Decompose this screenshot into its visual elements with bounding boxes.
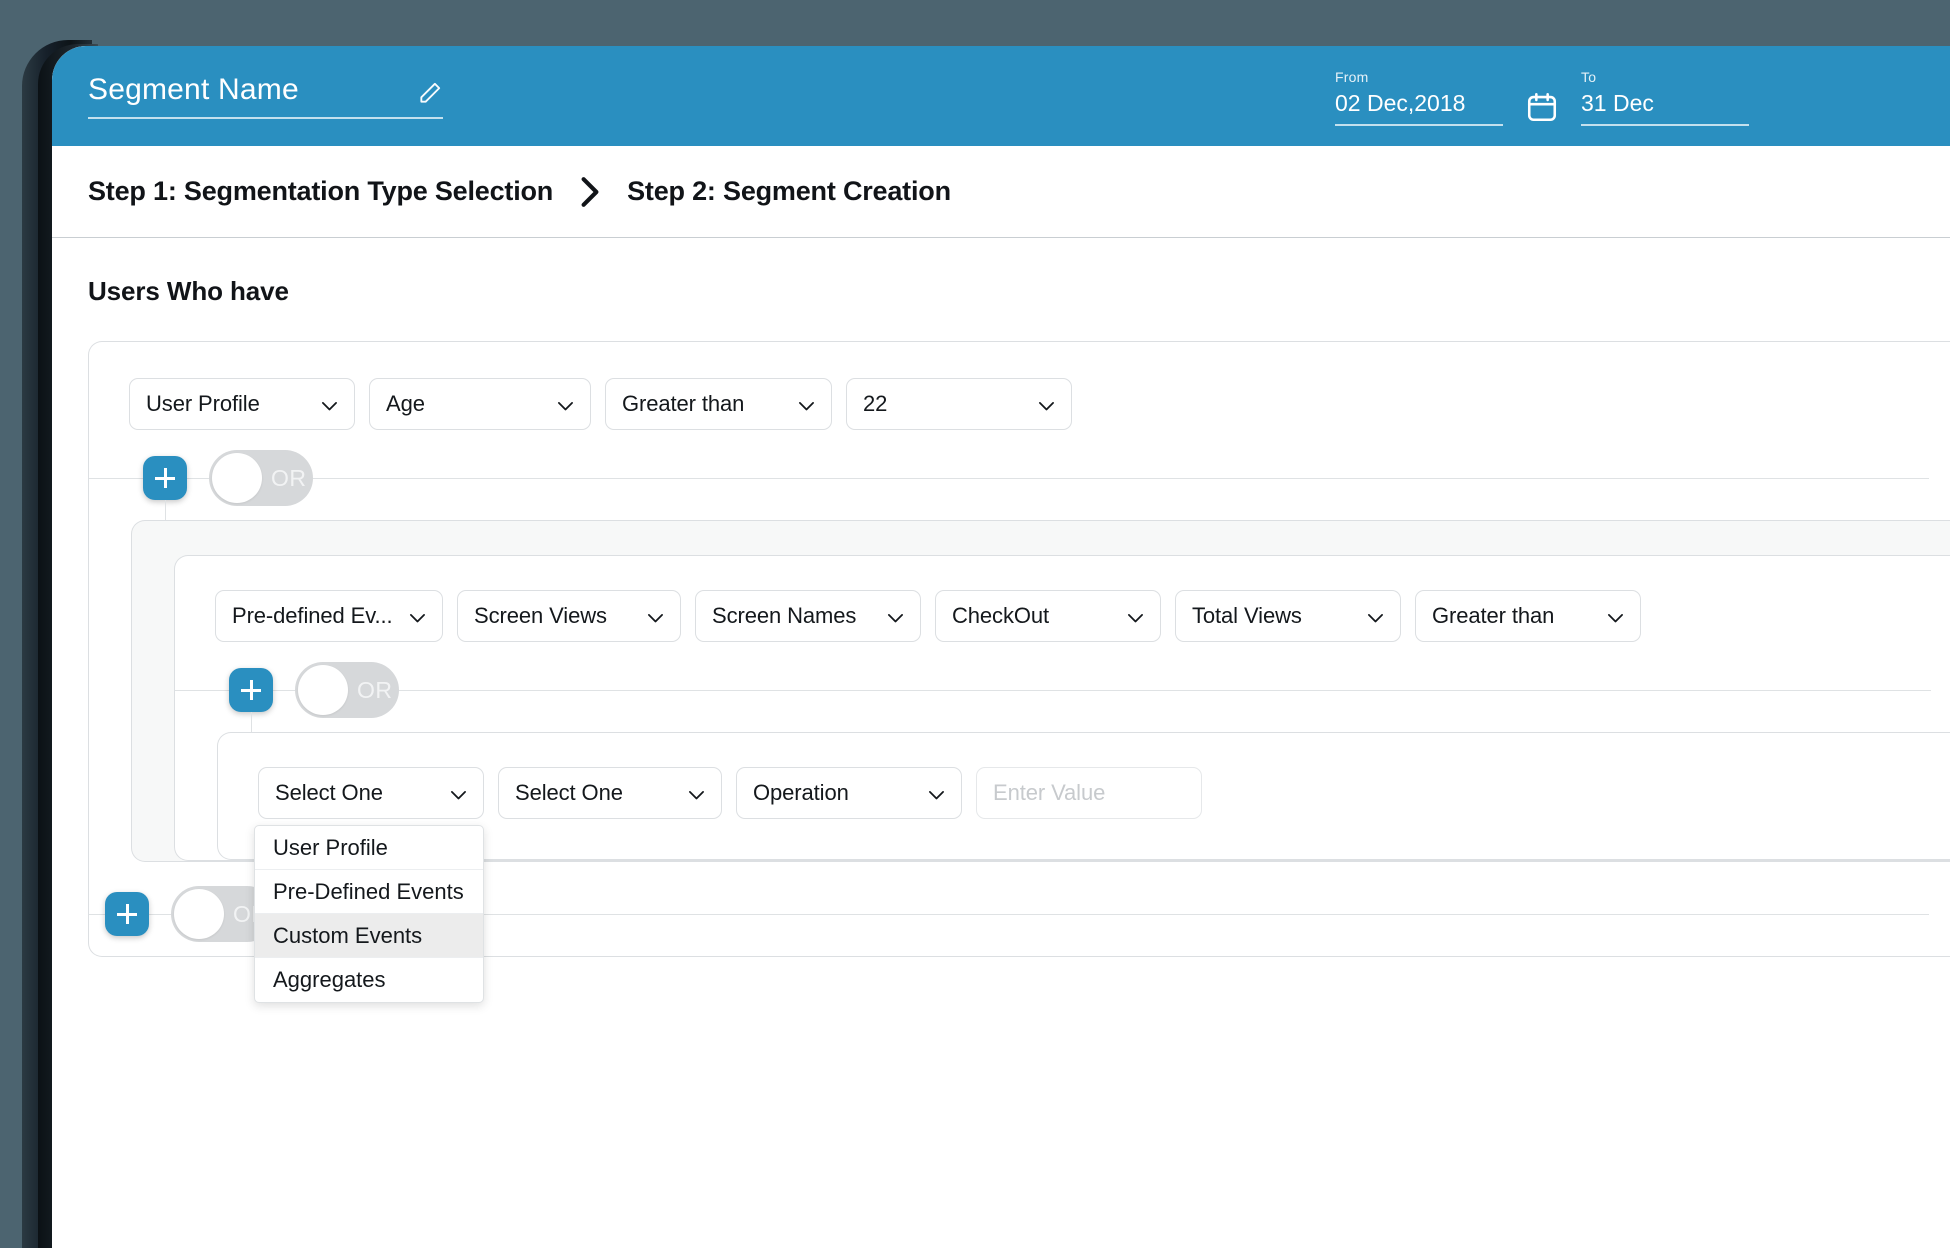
pencil-icon[interactable] bbox=[417, 80, 443, 106]
row2-dropdown-screen-label: CheckOut bbox=[952, 603, 1050, 628]
row2-dropdown-operator[interactable]: Greater than bbox=[1415, 590, 1641, 642]
row3-dropdown-attribute-label: Select One bbox=[515, 780, 623, 805]
menu-item-aggregates[interactable]: Aggregates bbox=[255, 958, 483, 1002]
app-screen: Segment Name From 02 Dec,2018 To 31 Dec … bbox=[52, 46, 1950, 1248]
or-toggle-knob bbox=[212, 453, 262, 503]
chevron-down-icon bbox=[321, 399, 338, 411]
condition-group-middle: Pre-defined Ev... Screen Views Screen Na… bbox=[131, 520, 1950, 862]
date-from-value: 02 Dec,2018 bbox=[1335, 90, 1466, 116]
row1-dropdown-category[interactable]: User Profile bbox=[129, 378, 355, 430]
row3-value-input[interactable]: Enter Value bbox=[976, 767, 1202, 819]
row1-dropdown-value[interactable]: 22 bbox=[846, 378, 1072, 430]
breadcrumb-step-2[interactable]: Step 2: Segment Creation bbox=[627, 176, 951, 207]
row2-dropdown-metric-label: Total Views bbox=[1192, 603, 1302, 628]
condition-row-1: User Profile Age Greater than 22 bbox=[89, 378, 1950, 430]
row3-dropdown-operation[interactable]: Operation bbox=[736, 767, 962, 819]
breadcrumb: Step 1: Segmentation Type Selection Step… bbox=[52, 146, 1950, 238]
segment-name-field[interactable]: Segment Name bbox=[88, 72, 443, 119]
row2-dropdown-category-label: Pre-defined Ev... bbox=[232, 603, 393, 628]
row1-dropdown-attribute-label: Age bbox=[386, 391, 425, 416]
or-toggle-knob bbox=[174, 889, 224, 939]
row1-dropdown-operator[interactable]: Greater than bbox=[605, 378, 832, 430]
row2-dropdown-event-label: Screen Views bbox=[474, 603, 607, 628]
or-toggle-knob bbox=[298, 665, 348, 715]
add-condition-button-2[interactable] bbox=[229, 668, 273, 712]
row1-dropdown-operator-label: Greater than bbox=[622, 391, 745, 416]
breadcrumb-step-1[interactable]: Step 1: Segmentation Type Selection bbox=[88, 176, 553, 207]
chevron-down-icon bbox=[1607, 611, 1624, 623]
row3-dropdown-category-label: Select One bbox=[275, 780, 383, 805]
app-header: Segment Name From 02 Dec,2018 To 31 Dec bbox=[52, 46, 1950, 146]
connector-line bbox=[89, 478, 1929, 479]
app-stage: Segment Name From 02 Dec,2018 To 31 Dec … bbox=[0, 0, 1950, 1248]
condition-row-2: Pre-defined Ev... Screen Views Screen Na… bbox=[175, 590, 1950, 642]
menu-item-user-profile[interactable]: User Profile bbox=[255, 826, 483, 870]
row2-dropdown-event[interactable]: Screen Views bbox=[457, 590, 681, 642]
row3-dropdown-category[interactable]: Select One bbox=[258, 767, 484, 819]
chevron-down-icon bbox=[1367, 611, 1384, 623]
chevron-down-icon bbox=[1127, 611, 1144, 623]
calendar-icon[interactable] bbox=[1525, 90, 1559, 124]
segment-name-underline bbox=[88, 117, 443, 119]
date-to-label: To bbox=[1581, 69, 1597, 85]
row2-dropdown-category[interactable]: Pre-defined Ev... bbox=[215, 590, 443, 642]
row2-dropdown-screen[interactable]: CheckOut bbox=[935, 590, 1161, 642]
segment-name-text: Segment Name bbox=[88, 73, 299, 106]
chevron-down-icon bbox=[557, 399, 574, 411]
or-toggle-1[interactable]: OR bbox=[209, 450, 313, 506]
add-condition-button-3[interactable] bbox=[105, 892, 149, 936]
row3-value-input-placeholder: Enter Value bbox=[993, 780, 1106, 805]
row2-dropdown-metric[interactable]: Total Views bbox=[1175, 590, 1401, 642]
date-from-field[interactable]: From 02 Dec,2018 bbox=[1335, 68, 1503, 126]
connector-line bbox=[175, 690, 1931, 691]
date-range-group: From 02 Dec,2018 To 31 Dec bbox=[1335, 68, 1749, 126]
row2-dropdown-operator-label: Greater than bbox=[1432, 603, 1555, 628]
row3-dropdown-attribute[interactable]: Select One bbox=[498, 767, 722, 819]
or-toggle-label: OR bbox=[357, 676, 393, 703]
date-to-field[interactable]: To 31 Dec bbox=[1581, 68, 1749, 126]
add-condition-button-1[interactable] bbox=[143, 456, 187, 500]
condition-connector-1: OR bbox=[89, 436, 1950, 578]
chevron-down-icon bbox=[928, 788, 945, 800]
row1-dropdown-value-label: 22 bbox=[863, 391, 888, 416]
date-to-underline bbox=[1581, 124, 1749, 126]
date-from-label: From bbox=[1335, 69, 1369, 85]
chevron-down-icon bbox=[450, 788, 467, 800]
menu-item-pre-defined-events[interactable]: Pre-Defined Events bbox=[255, 870, 483, 914]
or-toggle-2[interactable]: OR bbox=[295, 662, 399, 718]
row2-dropdown-property-label: Screen Names bbox=[712, 603, 857, 628]
row3-dropdown-operation-label: Operation bbox=[753, 780, 849, 805]
page-title: Users Who have bbox=[88, 276, 289, 306]
row1-dropdown-category-label: User Profile bbox=[146, 391, 260, 416]
row1-dropdown-attribute[interactable]: Age bbox=[369, 378, 591, 430]
chevron-down-icon bbox=[647, 611, 664, 623]
chevron-down-icon bbox=[1038, 399, 1055, 411]
chevron-down-icon bbox=[887, 611, 904, 623]
row2-dropdown-property[interactable]: Screen Names bbox=[695, 590, 921, 642]
chevron-right-icon bbox=[579, 176, 601, 208]
condition-connector-2: OR bbox=[175, 648, 1950, 804]
or-toggle-label: OR bbox=[271, 464, 307, 491]
date-to-value: 31 Dec bbox=[1581, 90, 1654, 116]
chevron-down-icon bbox=[409, 611, 426, 623]
chevron-down-icon bbox=[798, 399, 815, 411]
category-dropdown-menu[interactable]: User Profile Pre-Defined Events Custom E… bbox=[254, 825, 484, 1003]
chevron-down-icon bbox=[688, 788, 705, 800]
condition-row-3: Select One Select One Operation Enter Va… bbox=[218, 767, 1950, 819]
date-from-underline bbox=[1335, 124, 1503, 126]
menu-item-custom-events[interactable]: Custom Events bbox=[255, 914, 483, 958]
condition-group-row2: Pre-defined Ev... Screen Views Screen Na… bbox=[174, 555, 1950, 861]
